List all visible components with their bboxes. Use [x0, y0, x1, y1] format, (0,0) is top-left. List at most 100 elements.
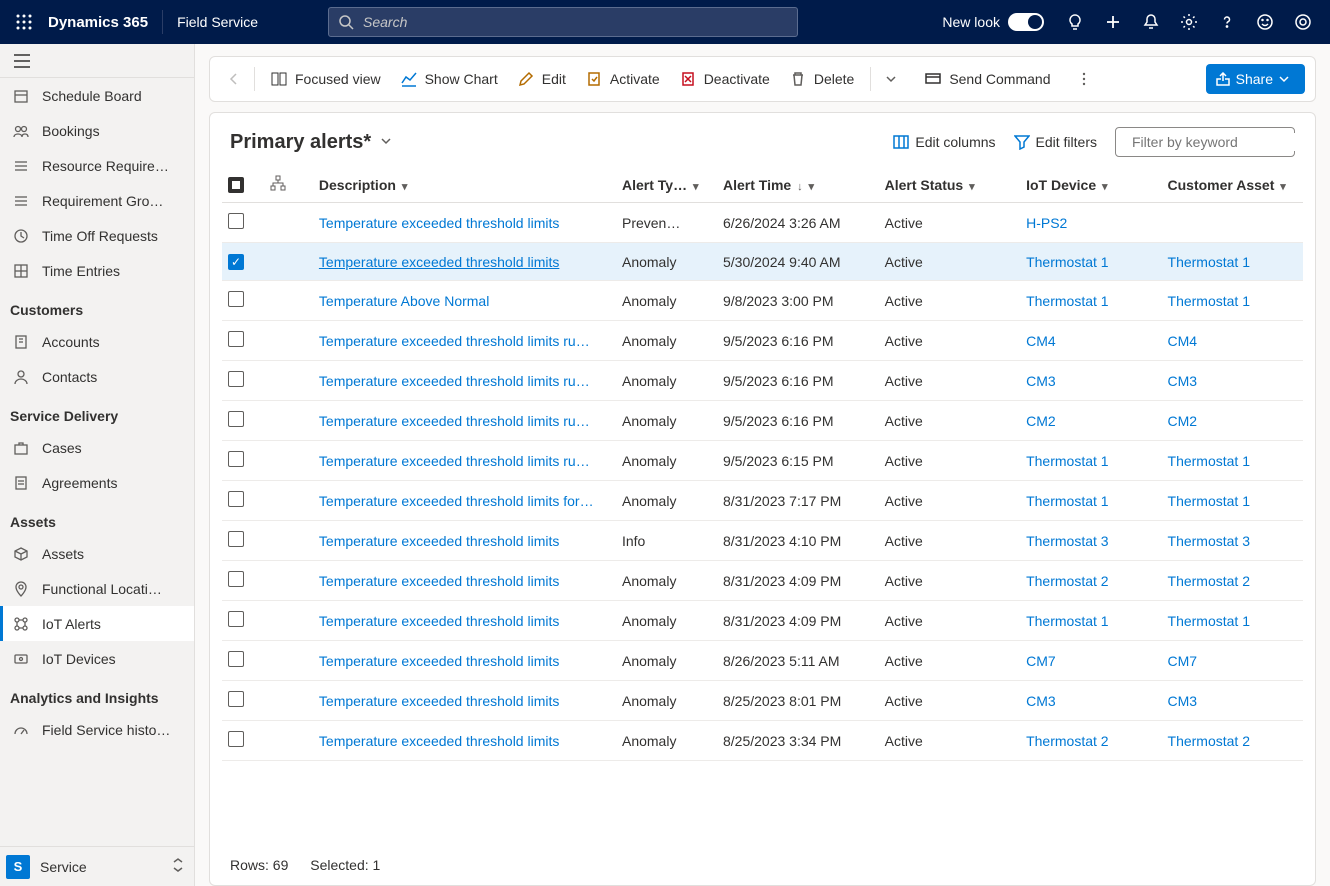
edit-filters-button[interactable]: Edit filters	[1014, 134, 1097, 150]
row-checkbox[interactable]	[228, 213, 244, 229]
description-link[interactable]: Temperature exceeded threshold limits ru…	[319, 373, 590, 389]
share-button[interactable]: Share	[1206, 64, 1305, 94]
description-link[interactable]: Temperature Above Normal	[319, 293, 489, 309]
feedback-icon[interactable]	[1246, 0, 1284, 44]
iot-device-link[interactable]: Thermostat 3	[1026, 533, 1108, 549]
description-link[interactable]: Temperature exceeded threshold limits	[319, 254, 559, 270]
delete-split-button[interactable]	[877, 73, 905, 85]
table-row[interactable]: Temperature exceeded threshold limitsAno…	[222, 243, 1303, 281]
row-checkbox[interactable]	[228, 651, 244, 667]
description-link[interactable]: Temperature exceeded threshold limits	[319, 533, 559, 549]
nav-item[interactable]: IoT Devices	[0, 641, 194, 676]
customer-asset-link[interactable]: Thermostat 1	[1168, 254, 1250, 270]
lightbulb-icon[interactable]	[1056, 0, 1094, 44]
table-row[interactable]: Temperature exceeded threshold limits ru…	[222, 441, 1303, 481]
row-checkbox[interactable]	[228, 331, 244, 347]
customer-asset-link[interactable]: CM7	[1168, 653, 1198, 669]
table-row[interactable]: Temperature exceeded threshold limits ru…	[222, 401, 1303, 441]
description-link[interactable]: Temperature exceeded threshold limits ru…	[319, 413, 590, 429]
row-checkbox[interactable]	[228, 691, 244, 707]
customer-asset-link[interactable]: Thermostat 2	[1168, 573, 1250, 589]
iot-device-link[interactable]: Thermostat 1	[1026, 613, 1108, 629]
nav-item[interactable]: Agreements	[0, 465, 194, 500]
iot-device-link[interactable]: CM3	[1026, 373, 1056, 389]
nav-item[interactable]: Assets	[0, 536, 194, 571]
module-name[interactable]: Field Service	[177, 14, 258, 30]
area-switcher[interactable]: S Service	[0, 846, 194, 886]
description-link[interactable]: Temperature exceeded threshold limits ru…	[319, 453, 590, 469]
col-alert-time[interactable]: Alert Time ↓ ▾	[717, 167, 879, 203]
nav-item[interactable]: Requirement Gro…	[0, 183, 194, 218]
row-checkbox[interactable]	[228, 371, 244, 387]
table-row[interactable]: Temperature exceeded threshold limitsAno…	[222, 641, 1303, 681]
table-row[interactable]: Temperature Above NormalAnomaly9/8/2023 …	[222, 281, 1303, 321]
filter-keyword-box[interactable]	[1115, 127, 1295, 157]
add-icon[interactable]	[1094, 0, 1132, 44]
col-alert-status[interactable]: Alert Status ▾	[879, 167, 1020, 203]
table-row[interactable]: Temperature exceeded threshold limitsAno…	[222, 721, 1303, 761]
description-link[interactable]: Temperature exceeded threshold limits	[319, 613, 559, 629]
help-icon[interactable]	[1208, 0, 1246, 44]
nav-item[interactable]: Bookings	[0, 113, 194, 148]
table-row[interactable]: Temperature exceeded threshold limitsPre…	[222, 203, 1303, 243]
description-link[interactable]: Temperature exceeded threshold limits	[319, 733, 559, 749]
table-row[interactable]: Temperature exceeded threshold limits fo…	[222, 481, 1303, 521]
description-link[interactable]: Temperature exceeded threshold limits ru…	[319, 333, 590, 349]
deactivate-button[interactable]: Deactivate	[670, 63, 780, 95]
nav-item[interactable]: Time Off Requests	[0, 218, 194, 253]
col-customer-asset[interactable]: Customer Asset ▾	[1162, 167, 1303, 203]
description-link[interactable]: Temperature exceeded threshold limits	[319, 573, 559, 589]
overflow-button[interactable]	[1070, 72, 1098, 86]
iot-device-link[interactable]: CM3	[1026, 693, 1056, 709]
app-launcher-icon[interactable]	[8, 6, 40, 38]
description-link[interactable]: Temperature exceeded threshold limits	[319, 693, 559, 709]
account-icon[interactable]	[1284, 0, 1322, 44]
iot-device-link[interactable]: Thermostat 1	[1026, 293, 1108, 309]
hierarchy-column[interactable]	[264, 167, 312, 203]
table-row[interactable]: Temperature exceeded threshold limits ru…	[222, 321, 1303, 361]
send-command-button[interactable]: Send Command	[915, 63, 1060, 95]
col-alert-type[interactable]: Alert Ty… ▾	[616, 167, 717, 203]
row-checkbox[interactable]	[228, 254, 244, 270]
iot-device-link[interactable]: Thermostat 2	[1026, 733, 1108, 749]
description-link[interactable]: Temperature exceeded threshold limits	[319, 215, 559, 231]
gear-icon[interactable]	[1170, 0, 1208, 44]
view-title[interactable]: Primary alerts*	[230, 131, 371, 154]
iot-device-link[interactable]: H-PS2	[1026, 215, 1067, 231]
nav-item[interactable]: Resource Require…	[0, 148, 194, 183]
nav-item[interactable]: Schedule Board	[0, 78, 194, 113]
nav-item[interactable]: Functional Locati…	[0, 571, 194, 606]
customer-asset-link[interactable]: Thermostat 1	[1168, 453, 1250, 469]
row-checkbox[interactable]	[228, 291, 244, 307]
customer-asset-link[interactable]: Thermostat 1	[1168, 293, 1250, 309]
nav-item[interactable]: Cases	[0, 430, 194, 465]
delete-button[interactable]: Delete	[780, 63, 864, 95]
description-link[interactable]: Temperature exceeded threshold limits fo…	[319, 493, 594, 509]
edit-columns-button[interactable]: Edit columns	[893, 134, 995, 150]
nav-item[interactable]: IoT Alerts	[0, 606, 194, 641]
table-row[interactable]: Temperature exceeded threshold limitsAno…	[222, 681, 1303, 721]
row-checkbox[interactable]	[228, 451, 244, 467]
table-row[interactable]: Temperature exceeded threshold limitsAno…	[222, 601, 1303, 641]
iot-device-link[interactable]: Thermostat 1	[1026, 493, 1108, 509]
description-link[interactable]: Temperature exceeded threshold limits	[319, 653, 559, 669]
customer-asset-link[interactable]: Thermostat 1	[1168, 493, 1250, 509]
nav-item[interactable]: Time Entries	[0, 253, 194, 288]
nav-item[interactable]: Accounts	[0, 324, 194, 359]
row-checkbox[interactable]	[228, 571, 244, 587]
row-checkbox[interactable]	[228, 411, 244, 427]
nav-item[interactable]: Contacts	[0, 359, 194, 394]
brand-name[interactable]: Dynamics 365	[48, 14, 148, 31]
customer-asset-link[interactable]: CM4	[1168, 333, 1198, 349]
activate-button[interactable]: Activate	[576, 63, 670, 95]
iot-device-link[interactable]: Thermostat 2	[1026, 573, 1108, 589]
show-chart-button[interactable]: Show Chart	[391, 63, 508, 95]
customer-asset-link[interactable]: Thermostat 2	[1168, 733, 1250, 749]
row-checkbox[interactable]	[228, 611, 244, 627]
iot-device-link[interactable]: Thermostat 1	[1026, 254, 1108, 270]
customer-asset-link[interactable]: CM3	[1168, 373, 1198, 389]
table-row[interactable]: Temperature exceeded threshold limits ru…	[222, 361, 1303, 401]
sidebar-collapse-button[interactable]	[0, 44, 194, 78]
row-checkbox[interactable]	[228, 731, 244, 747]
new-look-toggle[interactable]: New look	[942, 13, 1044, 31]
